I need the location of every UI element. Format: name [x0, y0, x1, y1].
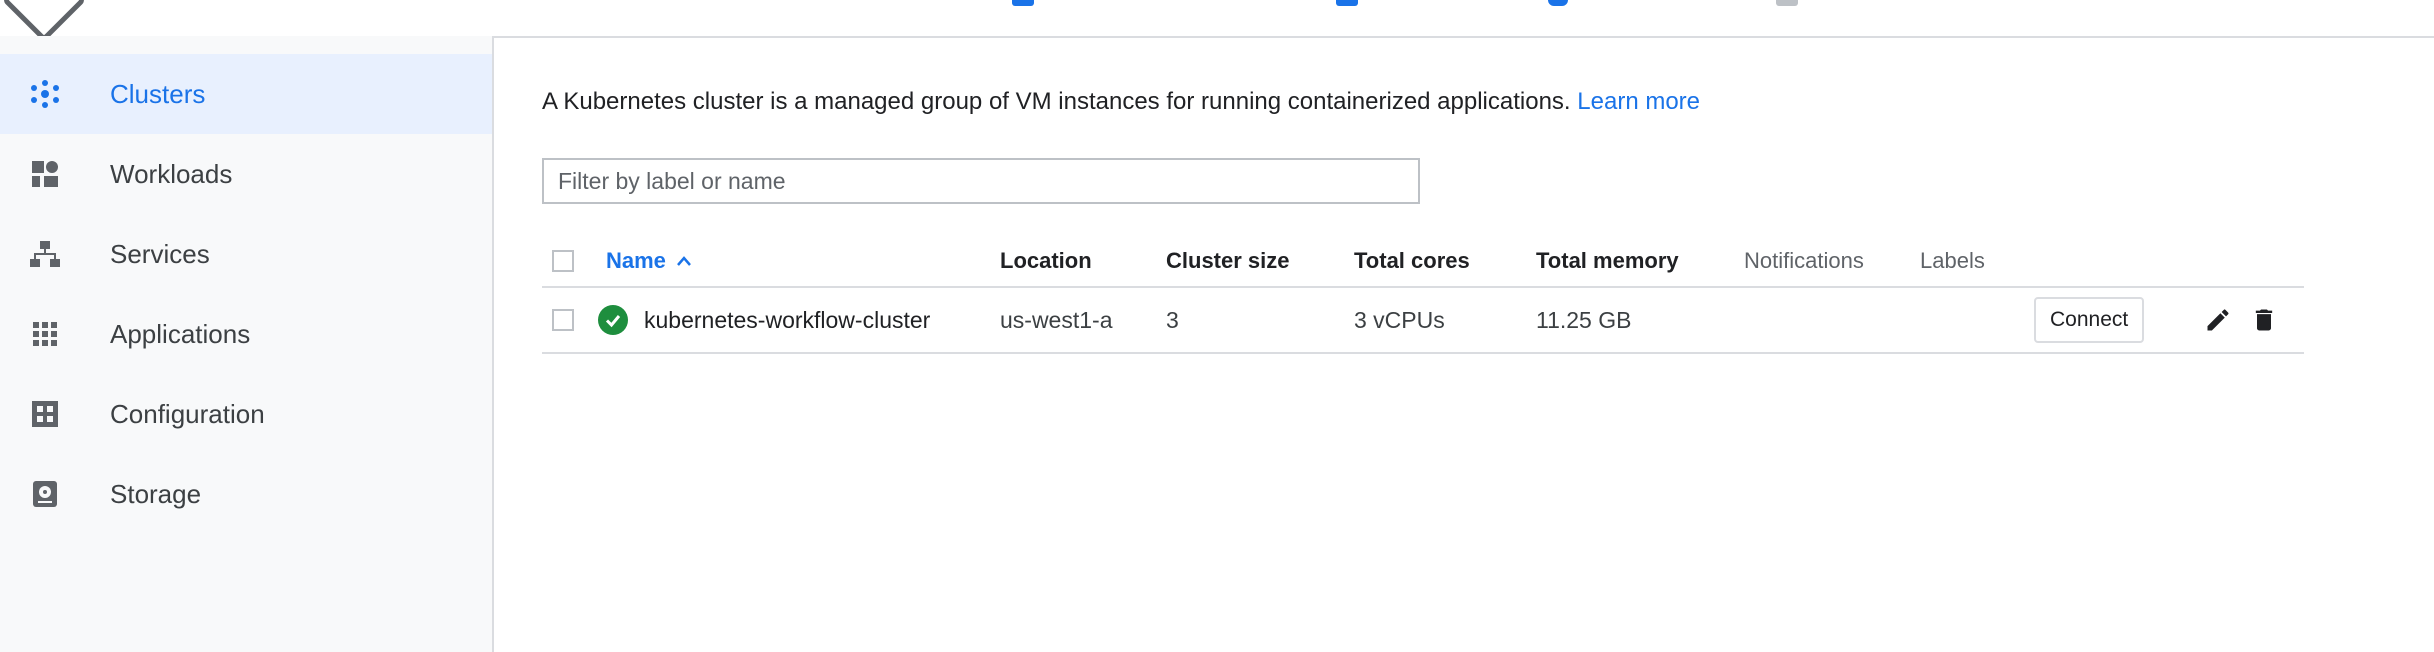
column-header-labels: Labels — [1920, 248, 1985, 273]
sidebar-item-clusters[interactable]: Clusters — [0, 54, 492, 134]
sidebar-item-label: Services — [110, 238, 210, 269]
column-header-total-memory[interactable]: Total memory — [1536, 236, 1679, 286]
description-text: A Kubernetes cluster is a managed group … — [542, 88, 1571, 115]
column-header-total-cores[interactable]: Total cores — [1354, 236, 1470, 286]
sort-ascending-icon — [676, 255, 692, 267]
delete-cell — [2248, 288, 2280, 352]
workloads-icon — [30, 159, 60, 189]
configuration-icon — [30, 399, 60, 429]
create-cluster-icon[interactable] — [1012, 0, 1034, 6]
status-cell — [598, 288, 628, 352]
select-all-checkbox[interactable] — [552, 250, 574, 272]
applications-icon — [30, 319, 60, 349]
edit-cell — [2202, 288, 2234, 352]
sidebar-nav: Clusters Workloads Services Applications… — [0, 36, 494, 652]
clusters-table: Name Location Cluster size Total cores T… — [542, 236, 2304, 354]
table-row: kubernetes-workflow-cluster us-west1-a 3… — [542, 288, 2304, 354]
sidebar-item-label: Configuration — [110, 398, 265, 429]
sidebar-item-storage[interactable]: Storage — [0, 454, 492, 534]
table-header-row: Name Location Cluster size Total cores T… — [542, 236, 2304, 288]
sidebar-item-label: Applications — [110, 318, 251, 349]
connect-cell: Connect — [2034, 288, 2145, 352]
row-select-checkbox[interactable] — [552, 309, 574, 331]
app-title-fragment — [108, 0, 408, 6]
column-header-name-label: Name — [606, 248, 666, 273]
column-header-cluster-size[interactable]: Cluster size — [1166, 236, 1290, 286]
learn-more-link[interactable]: Learn more — [1577, 88, 1700, 115]
delete-trash-icon[interactable] — [2248, 304, 2280, 336]
column-header-name[interactable]: Name — [606, 236, 692, 286]
deploy-icon[interactable] — [1336, 0, 1358, 6]
sidebar-item-label: Clusters — [110, 78, 206, 109]
sidebar-item-label: Storage — [110, 478, 202, 509]
sidebar-item-label: Workloads — [110, 158, 233, 189]
sidebar-item-applications[interactable]: Applications — [0, 294, 492, 374]
storage-icon — [30, 479, 60, 509]
cluster-name-link[interactable]: kubernetes-workflow-cluster — [644, 288, 930, 352]
services-icon — [30, 239, 60, 269]
sidebar-item-configuration[interactable]: Configuration — [0, 374, 492, 454]
sidebar-item-workloads[interactable]: Workloads — [0, 134, 492, 214]
cluster-total-memory: 11.25 GB — [1536, 306, 1632, 333]
sidebar-item-services[interactable]: Services — [0, 214, 492, 294]
cluster-total-cores: 3 vCPUs — [1354, 306, 1445, 333]
top-app-bar — [0, 0, 2434, 43]
column-header-location[interactable]: Location — [1000, 236, 1092, 286]
connect-button[interactable]: Connect — [2034, 297, 2145, 343]
row-checkbox-cell — [552, 288, 574, 352]
cluster-location: us-west1-a — [1000, 306, 1113, 333]
delete-toolbar-icon[interactable] — [1776, 0, 1798, 6]
cluster-size: 3 — [1166, 306, 1179, 333]
column-header-notifications: Notifications — [1744, 248, 1864, 273]
edit-pencil-icon[interactable] — [2202, 304, 2234, 336]
page-description: A Kubernetes cluster is a managed group … — [542, 88, 1700, 116]
select-all-checkbox-cell — [552, 236, 574, 286]
status-ok-icon — [598, 305, 628, 335]
clusters-icon — [30, 79, 60, 109]
filter-input[interactable] — [542, 158, 1420, 204]
refresh-icon[interactable] — [1548, 0, 1568, 6]
main-content: A Kubernetes cluster is a managed group … — [494, 36, 2434, 652]
